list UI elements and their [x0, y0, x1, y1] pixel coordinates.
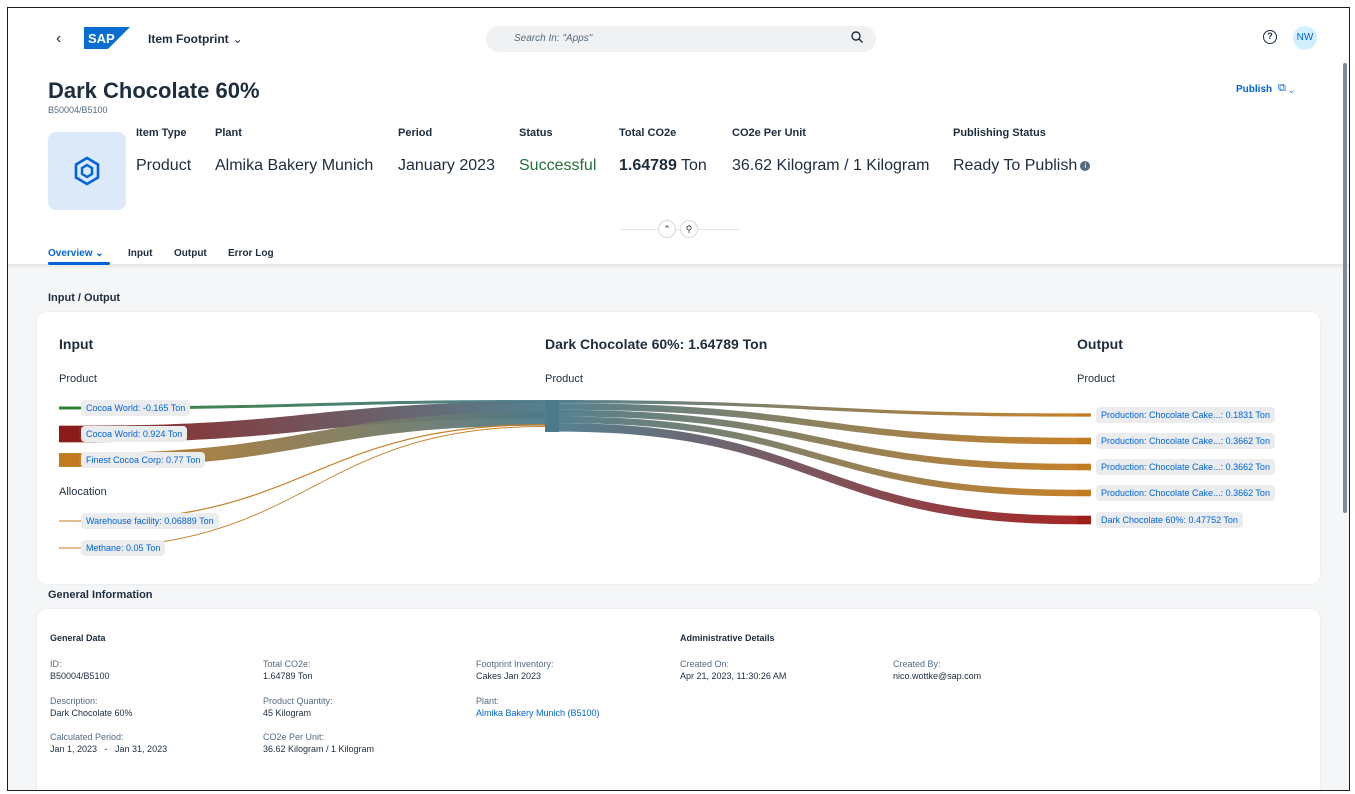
input-node-2: [59, 453, 79, 467]
total-co2e-info-label: Total CO2e:: [263, 659, 311, 669]
output-node-label[interactable]: Dark Chocolate 60%: 0.47752 Ton: [1096, 512, 1243, 528]
back-icon[interactable]: ‹: [56, 30, 61, 48]
shell-bar: ‹ SAP Item Footprint ⌄ Search In: "Apps" …: [8, 8, 1349, 72]
tab-output[interactable]: Output: [174, 248, 207, 259]
publish-button[interactable]: Publish: [1236, 84, 1272, 95]
total-co2e-number: 1.64789: [619, 157, 677, 174]
search-input[interactable]: Search In: "Apps": [486, 26, 876, 52]
created-on-value: Apr 21, 2023, 11:30:26 AM: [680, 671, 787, 681]
co2e-per-unit-value: 36.62 Kilogram / 1 Kilogram: [732, 157, 930, 174]
output-node-0: [1077, 413, 1091, 417]
plant-value: Almika Bakery Munich: [215, 157, 374, 174]
plant-info-label: Plant:: [476, 696, 500, 706]
output-node-label[interactable]: Production: Chocolate Cake...: 0.1831 To…: [1096, 407, 1275, 423]
output-node-2: [1077, 463, 1091, 471]
search-icon[interactable]: [850, 30, 864, 44]
id-label: ID:: [50, 659, 62, 669]
total-co2e-unit: Ton: [676, 157, 707, 174]
output-node-label[interactable]: Production: Chocolate Cake...: 0.3662 To…: [1096, 485, 1275, 501]
allocation-node-label[interactable]: Warehouse facility: 0.06889 Ton: [81, 513, 219, 529]
app-frame: ‹ SAP Item Footprint ⌄ Search In: "Apps" …: [7, 7, 1350, 791]
total-co2e-info-value: 1.64789 Ton: [263, 671, 313, 681]
product-icon: [74, 156, 100, 186]
product-quantity-label: Product Quantity:: [263, 696, 333, 706]
description-label: Description:: [50, 696, 98, 706]
info-icon[interactable]: i: [1080, 161, 1091, 171]
output-node-1: [1077, 437, 1091, 445]
tab-overview[interactable]: Overview ⌄: [48, 248, 104, 259]
period-label: Period: [398, 127, 433, 139]
page-subtitle: B50004/B5100: [48, 105, 108, 115]
calculated-period-label: Calculated Period:: [50, 732, 124, 742]
id-value: B50004/B5100: [50, 671, 110, 681]
allocation-node-label[interactable]: Methane: 0.05 Ton: [81, 540, 166, 556]
output-node-label[interactable]: Production: Chocolate Cake...: 0.3662 To…: [1096, 433, 1275, 449]
sap-logo[interactable]: SAP: [84, 27, 130, 49]
io-section-title: Input / Output: [48, 292, 121, 304]
created-by-label: Created By:: [893, 659, 941, 669]
pin-header-button[interactable]: ⚲: [680, 220, 698, 238]
output-node-3: [1077, 489, 1091, 497]
input-node-0: [59, 406, 79, 410]
item-type-value: Product: [136, 157, 192, 174]
co2e-per-unit-label: CO2e Per Unit: [732, 127, 806, 139]
io-card: Input Dark Chocolate 60%: 1.64789 Ton Ou…: [37, 312, 1320, 584]
app-title-menu[interactable]: Item Footprint ⌄: [148, 32, 243, 46]
object-header: Dark Chocolate 60% B50004/B5100 Publish …: [8, 72, 1349, 265]
item-type-label: Item Type: [136, 127, 187, 139]
share-menu-icon[interactable]: ⧉ ⌄: [1278, 82, 1294, 95]
output-node-label[interactable]: Production: Chocolate Cake...: 0.3662 To…: [1096, 459, 1275, 475]
input-node-label[interactable]: Finest Cocoa Corp: 0.77 Ton: [81, 452, 206, 468]
created-by-value: nico.wottke@sap.com: [893, 671, 982, 681]
collapse-header-button[interactable]: ⌃: [658, 220, 676, 238]
tab-input[interactable]: Input: [128, 248, 152, 259]
page-title: Dark Chocolate 60%: [48, 78, 260, 103]
plant-link[interactable]: Almika Bakery Munich (B5100): [476, 708, 600, 718]
tab-error-log[interactable]: Error Log: [228, 248, 274, 259]
input-node-label[interactable]: Cocoa World: -0.165 Ton: [81, 400, 191, 416]
general-card: General Data Administrative Details ID: …: [37, 609, 1320, 790]
period-value: January 2023: [398, 157, 495, 174]
general-data-heading: General Data: [50, 633, 106, 643]
publishing-status-text: Ready To Publish: [953, 157, 1078, 174]
co2e-per-unit-info-label: CO2e Per Unit:: [263, 732, 325, 742]
publishing-status-label: Publishing Status: [953, 127, 1046, 139]
status-label: Status: [519, 127, 553, 139]
admin-details-heading: Administrative Details: [680, 633, 775, 643]
output-node-4: [1077, 515, 1091, 525]
publishing-status-value: Ready To Publish i: [953, 157, 1091, 175]
footprint-inventory-label: Footprint Inventory:: [476, 659, 554, 669]
app-title: Item Footprint: [148, 32, 229, 46]
co2e-per-unit-info-value: 36.62 Kilogram / 1 Kilogram: [263, 744, 375, 754]
product-quantity-value: 45 Kilogram: [263, 708, 312, 718]
input-node-label[interactable]: Cocoa World: 0.924 Ton: [81, 426, 188, 442]
page-scrollbar[interactable]: [1343, 63, 1347, 513]
total-co2e-value: 1.64789 Ton: [619, 157, 707, 175]
item-avatar: [48, 132, 126, 210]
plant-label: Plant: [215, 127, 242, 139]
general-section-title: General Information: [48, 589, 153, 601]
chevron-down-icon: ⌄: [95, 248, 104, 259]
search-placeholder: Search In: "Apps": [514, 33, 593, 44]
created-on-label: Created On:: [680, 659, 730, 669]
footprint-inventory-value: Cakes Jan 2023: [476, 671, 542, 681]
help-icon[interactable]: ?: [1263, 30, 1277, 44]
input-node-1: [59, 425, 79, 443]
chevron-down-icon: ⌄: [232, 32, 243, 46]
total-co2e-label: Total CO2e: [619, 127, 677, 139]
sap-logo-text: SAP: [88, 31, 115, 46]
calculated-period-value: Jan 1, 2023 - Jan 31, 2023: [50, 744, 168, 754]
status-value: Successful: [519, 157, 597, 174]
center-node: [545, 400, 559, 432]
description-value: Dark Chocolate 60%: [50, 708, 133, 718]
user-avatar[interactable]: NW: [1293, 26, 1317, 50]
tab-overview-label: Overview: [48, 248, 93, 259]
active-tab-indicator: [48, 262, 110, 265]
